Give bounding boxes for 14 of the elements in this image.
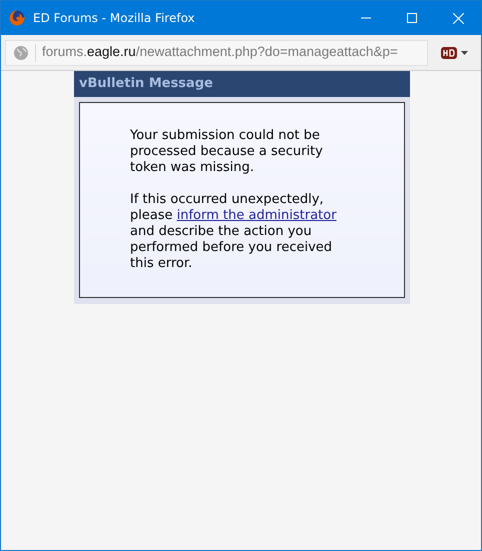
window-title: ED Forums - Mozilla Firefox — [33, 10, 195, 27]
administrator-link[interactable]: inform the administrator — [176, 208, 336, 223]
caret-icon — [461, 50, 468, 54]
address-bar[interactable]: forums.eagle.ru/newattachment.php?do=manageattach&p= — [5, 40, 428, 66]
firefox-logo-icon — [9, 10, 25, 26]
globe-icon — [13, 44, 29, 60]
url-text: forums.eagle.ru/newattachment.php?do=manageattach&p= — [42, 43, 398, 62]
maximize-icon — [407, 13, 417, 23]
message-title: vBulletin Message — [79, 75, 213, 94]
message-text: If this occurred unexpectedly, please inform the administrator and describe the action you performed before you received this error. — [130, 192, 338, 272]
close-icon — [452, 12, 464, 24]
message-text: Your submission could not be processed because a security token was missing. — [130, 128, 324, 176]
hd-menu-button[interactable] — [441, 46, 468, 58]
hd-badge-icon — [441, 46, 457, 58]
